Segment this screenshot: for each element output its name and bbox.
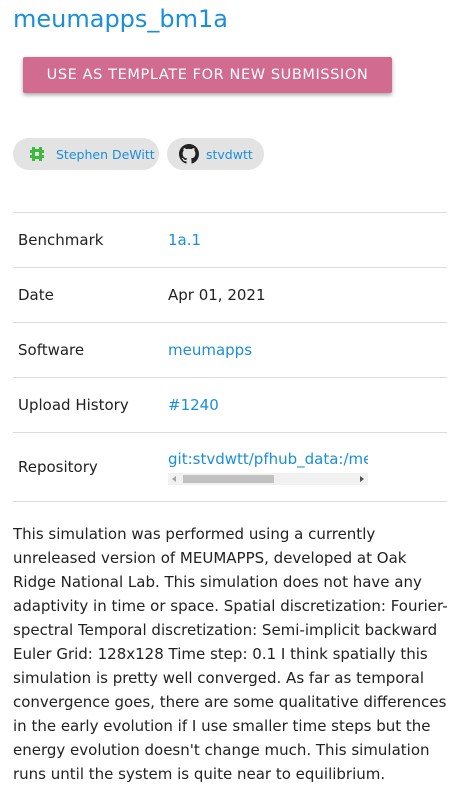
table-row-repository: Repository git:stvdwtt/pfhub_data:/meuma… (13, 432, 447, 502)
software-link[interactable]: meumapps (168, 341, 447, 359)
upload-history-label: Upload History (18, 396, 129, 414)
table-row-software: Software meumapps (13, 322, 447, 377)
repository-link[interactable]: git:stvdwtt/pfhub_data:/meumapps_bm1a (168, 450, 368, 470)
github-icon (179, 144, 199, 164)
benchmark-label: Benchmark (18, 231, 104, 249)
page-title: meumapps_bm1a (13, 5, 229, 33)
date-label: Date (18, 286, 54, 304)
author-chip[interactable]: Stephen DeWitt (13, 138, 159, 170)
software-label: Software (18, 341, 85, 359)
benchmark-link[interactable]: 1a.1 (168, 231, 447, 249)
use-as-template-button[interactable]: USE AS TEMPLATE FOR NEW SUBMISSION (23, 57, 392, 93)
simulation-description: This simulation was performed using a cu… (13, 525, 448, 783)
horizontal-scrollbar[interactable] (168, 473, 368, 485)
puzzle-icon (27, 144, 47, 164)
table-row-benchmark: Benchmark 1a.1 (13, 212, 447, 267)
github-chip[interactable]: stvdwtt (167, 138, 264, 170)
repository-cell: git:stvdwtt/pfhub_data:/meumapps_bm1a (168, 433, 368, 485)
scroll-left-icon[interactable] (172, 476, 176, 482)
upload-history-link[interactable]: #1240 (168, 396, 447, 414)
github-username: stvdwtt (206, 146, 253, 162)
repository-label: Repository (18, 458, 98, 476)
scrollbar-thumb[interactable] (183, 475, 274, 483)
details-table: Benchmark 1a.1 Date Apr 01, 2021 Softwar… (13, 212, 447, 502)
author-name: Stephen DeWitt (56, 146, 155, 162)
table-row-date: Date Apr 01, 2021 (13, 267, 447, 322)
table-row-upload-history: Upload History #1240 (13, 377, 447, 432)
date-value: Apr 01, 2021 (168, 286, 266, 304)
scroll-right-icon[interactable] (360, 476, 364, 482)
